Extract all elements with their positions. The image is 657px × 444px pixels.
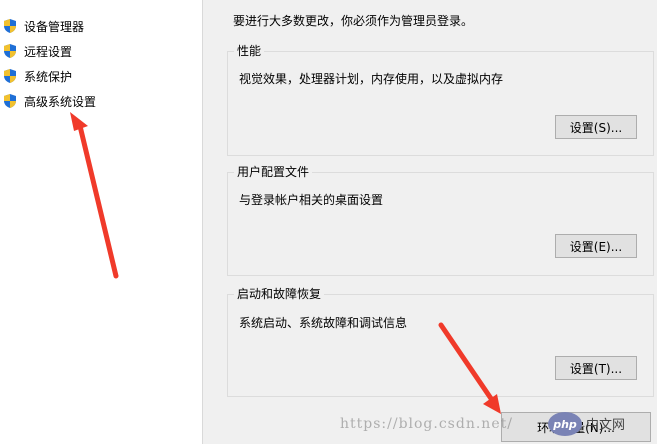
shield-icon — [4, 19, 16, 33]
php-logo: php — [548, 412, 582, 436]
admin-note: 要进行大多数更改，你必须作为管理员登录。 — [233, 14, 474, 28]
startup-recovery-settings-button[interactable]: 设置(T)... — [555, 356, 637, 380]
advanced-tab-panel: 要进行大多数更改，你必须作为管理员登录。 性能 视觉效果，处理器计划，内存使用，… — [203, 0, 657, 444]
left-nav-pane: 设备管理器 远程设置 系统保护 高级系统设置 — [0, 0, 202, 444]
performance-group: 性能 视觉效果，处理器计划，内存使用，以及虚拟内存 设置(S)... — [227, 43, 654, 156]
shield-icon — [4, 44, 16, 58]
sidebar-item-remote-settings[interactable]: 远程设置 — [2, 41, 72, 61]
group-title: 用户配置文件 — [234, 164, 313, 180]
group-description: 视觉效果，处理器计划，内存使用，以及虚拟内存 — [239, 72, 504, 86]
user-profiles-group: 用户配置文件 与登录帐户相关的桌面设置 设置(E)... — [227, 164, 654, 276]
sidebar-item-device-manager[interactable]: 设备管理器 — [2, 16, 84, 36]
watermark-text: https://blog.csdn.net/ — [340, 416, 513, 432]
sidebar-item-label: 高级系统设置 — [24, 94, 97, 109]
user-profiles-settings-button[interactable]: 设置(E)... — [555, 234, 637, 258]
sidebar-item-system-protection[interactable]: 系统保护 — [2, 66, 72, 86]
shield-icon — [4, 94, 16, 108]
shield-icon — [4, 69, 16, 83]
performance-settings-button[interactable]: 设置(S)... — [555, 115, 637, 139]
sidebar-item-label: 设备管理器 — [24, 19, 85, 34]
sidebar-item-label: 远程设置 — [24, 44, 73, 59]
group-title: 性能 — [234, 43, 265, 59]
watermark-caption: 中文网 — [586, 418, 626, 433]
sidebar-item-advanced-system-settings[interactable]: 高级系统设置 — [2, 91, 96, 111]
sidebar-item-label: 系统保护 — [24, 69, 73, 84]
group-description: 系统启动、系统故障和调试信息 — [239, 316, 408, 330]
group-description: 与登录帐户相关的桌面设置 — [239, 193, 384, 207]
startup-recovery-group: 启动和故障恢复 系统启动、系统故障和调试信息 设置(T)... — [227, 286, 654, 397]
group-title: 启动和故障恢复 — [234, 286, 325, 302]
